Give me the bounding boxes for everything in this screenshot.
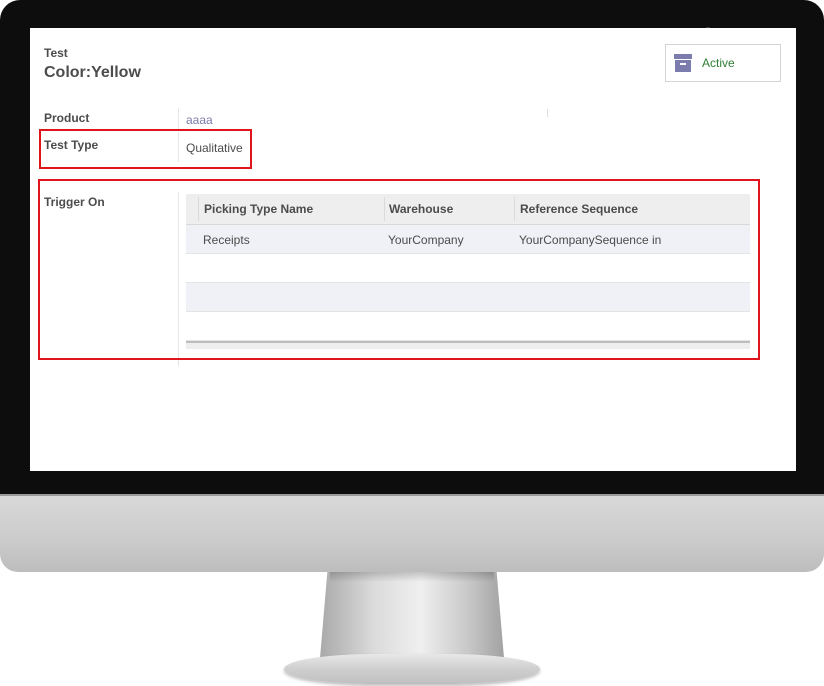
- monitor-chin: [0, 494, 824, 572]
- monitor-stand-neck: [320, 572, 504, 658]
- record-title: Color:Yellow: [44, 64, 141, 81]
- active-toggle-button[interactable]: Active: [665, 44, 781, 82]
- screen: Test Color:Yellow Active Product aaaa Te…: [30, 28, 796, 471]
- product-label: Product: [44, 111, 90, 125]
- archive-icon: [674, 54, 692, 72]
- highlight-trigger-on: [38, 179, 760, 360]
- monitor-stand-base: [284, 654, 540, 684]
- highlight-test-type: [39, 129, 252, 169]
- product-link[interactable]: aaaa: [186, 113, 213, 127]
- stand-shadow: [330, 572, 494, 582]
- active-label: Active: [702, 56, 735, 70]
- field-separator: [178, 108, 179, 130]
- field-divider-tick: [547, 109, 548, 117]
- record-type-label: Test: [44, 46, 68, 60]
